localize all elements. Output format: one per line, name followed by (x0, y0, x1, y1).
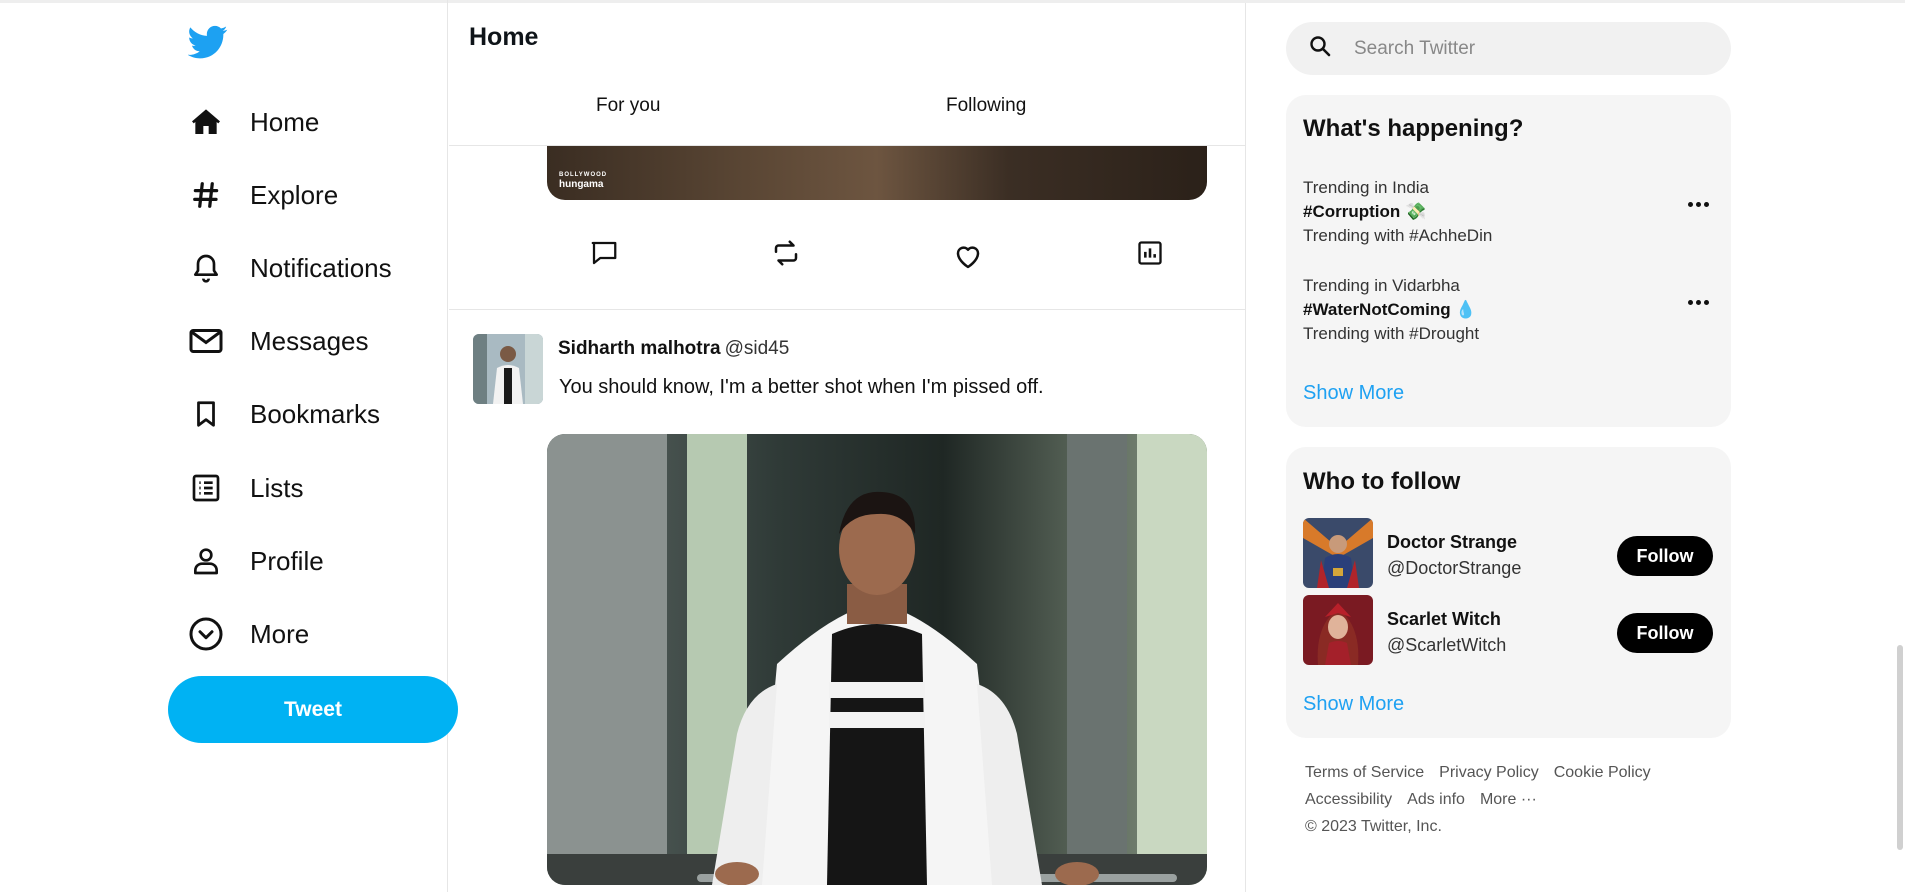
follow-suggestion[interactable]: Doctor Strange @DoctorStrange Follow (1303, 518, 1713, 588)
sidebar-item-messages[interactable]: Messages (186, 316, 369, 366)
page-title: Home (469, 23, 539, 51)
tab-for-you[interactable]: For you (596, 95, 660, 117)
trend-item[interactable]: Trending in Vidarbha #WaterNotComing 💧 T… (1303, 276, 1713, 344)
search-input[interactable] (1354, 37, 1694, 60)
footer-link-ads-info[interactable]: Ads info (1407, 791, 1465, 809)
retweet-icon[interactable] (766, 233, 806, 273)
trends-show-more-link[interactable]: Show More (1303, 382, 1404, 405)
author-name[interactable]: Sidharth malhotra (558, 338, 721, 359)
tweet-divider (449, 309, 1245, 310)
trend-context: Trending in Vidarbha (1303, 276, 1460, 295)
sidebar-item-label: Explore (250, 179, 339, 210)
trend-item[interactable]: Trending in India #Corruption 💸 Trending… (1303, 178, 1713, 246)
sidebar-item-label: Notifications (250, 252, 392, 283)
who-to-follow-title: Who to follow (1303, 468, 1461, 495)
author-handle[interactable]: @sid45 (725, 338, 790, 359)
follow-user-handle: @ScarletWitch (1387, 635, 1507, 655)
tweet-media-image[interactable] (547, 434, 1207, 885)
sidebar-item-label: Messages (250, 325, 369, 356)
avatar[interactable] (1303, 518, 1373, 588)
footer-link-privacy[interactable]: Privacy Policy (1439, 764, 1539, 782)
sidebar-item-label: Lists (250, 472, 304, 503)
follow-button[interactable]: Follow (1617, 536, 1713, 576)
trend-tag[interactable]: #Corruption 💸 (1303, 202, 1713, 222)
footer-link-cookie[interactable]: Cookie Policy (1554, 764, 1651, 782)
sidebar-item-explore[interactable]: Explore (186, 170, 338, 220)
sidebar-item-label: Profile (250, 545, 324, 576)
footer-link-terms[interactable]: Terms of Service (1305, 764, 1424, 782)
home-icon (186, 102, 226, 142)
hashtag-icon (186, 175, 226, 215)
analytics-icon[interactable] (1130, 233, 1170, 273)
who-to-follow-card: Who to follow Doctor Strange @DoctorStra… (1286, 447, 1731, 738)
sidebar-item-notifications[interactable]: Notifications (186, 243, 392, 293)
footer: Terms of Service Privacy Policy Cookie P… (1305, 764, 1725, 836)
sidebar-nav: Home Explore Notifications Messages Book… (0, 0, 458, 892)
sidebar-item-label: Home (250, 106, 320, 137)
sidebar-item-more[interactable]: More (186, 609, 309, 659)
copyright: © 2023 Twitter, Inc. (1305, 818, 1442, 835)
person-icon (186, 541, 226, 581)
twitter-bird-icon[interactable] (187, 22, 228, 62)
trends-title: What's happening? (1303, 115, 1524, 142)
heart-icon[interactable] (948, 237, 988, 277)
sidebar-item-label: More (250, 618, 310, 649)
previous-tweet-media[interactable]: BOLLYWOOD hungama (547, 146, 1207, 200)
trends-card: What's happening? Trending in India #Cor… (1286, 95, 1731, 427)
more-dots-icon[interactable] (1683, 194, 1713, 214)
trend-with: Trending with #AchheDin (1303, 226, 1493, 245)
main-timeline: Home For you Following BOLLYWOOD hungama (449, 3, 1246, 892)
follow-suggestion[interactable]: Scarlet Witch @ScarletWitch Follow (1303, 595, 1713, 665)
search-icon (1308, 34, 1332, 63)
avatar[interactable] (1303, 595, 1373, 665)
sidebar-item-profile[interactable]: Profile (186, 536, 324, 586)
avatar[interactable] (473, 334, 543, 404)
sidebar-item-home[interactable]: Home (186, 97, 319, 147)
trend-with: Trending with #Drought (1303, 324, 1480, 343)
tweet-author[interactable]: Sidharth malhotra @sid45 (558, 338, 789, 360)
trend-tag[interactable]: #WaterNotComing 💧 (1303, 300, 1713, 320)
search-box[interactable] (1286, 22, 1731, 75)
media-watermark: BOLLYWOOD hungama (559, 172, 608, 190)
list-icon (186, 468, 226, 508)
follow-button[interactable]: Follow (1617, 613, 1713, 653)
bell-icon (186, 248, 226, 288)
trend-context: Trending in India (1303, 178, 1430, 197)
sidebar-item-bookmarks[interactable]: Bookmarks (186, 389, 380, 439)
footer-link-more[interactable]: More ··· (1480, 791, 1537, 809)
chevron-circle-icon (186, 614, 226, 654)
sidebar-item-label: Bookmarks (250, 398, 381, 429)
follow-user-name[interactable]: Scarlet Witch (1387, 609, 1501, 630)
tweet-text: You should know, I'm a better shot when … (559, 376, 1044, 398)
follow-user-handle: @DoctorStrange (1387, 558, 1522, 578)
mail-icon (186, 321, 226, 361)
twitter-page: Home Explore Notifications Messages Book… (0, 0, 1905, 892)
scrollbar[interactable] (1897, 645, 1903, 850)
tab-following[interactable]: Following (946, 95, 1026, 117)
footer-link-accessibility[interactable]: Accessibility (1305, 791, 1392, 809)
comment-icon[interactable] (584, 233, 624, 273)
sidebar-item-lists[interactable]: Lists (186, 463, 303, 513)
follow-show-more-link[interactable]: Show More (1303, 693, 1404, 716)
tweet-button[interactable]: Tweet (168, 676, 458, 743)
follow-user-name[interactable]: Doctor Strange (1387, 532, 1517, 553)
bookmark-icon (186, 394, 226, 434)
more-dots-icon[interactable] (1683, 292, 1713, 312)
timeline-header: Home For you Following (449, 3, 1245, 146)
